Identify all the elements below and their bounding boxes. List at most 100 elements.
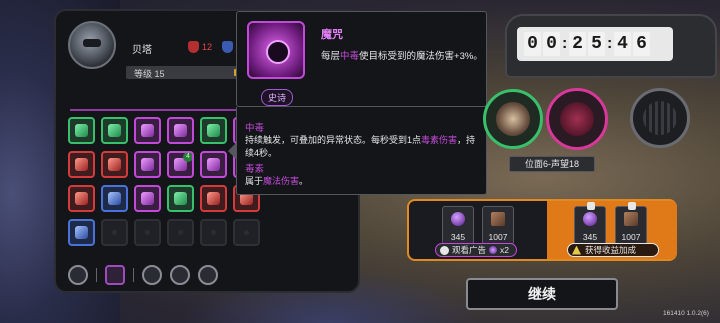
bag-icon [624, 212, 638, 226]
toxin-heading: 毒素 [245, 164, 265, 175]
continue-button[interactable]: 继续 [466, 278, 618, 310]
timer-colon: : [607, 35, 613, 52]
toxin-description: 属于魔法伤害。 [245, 176, 309, 186]
skill-slot[interactable] [101, 185, 128, 212]
run-timer: 0 0 : 2 5 : 4 6 [524, 32, 650, 56]
soul-orb-icon [583, 212, 597, 226]
tooltip-description: 每层中毒使目标受到的魔法伤害+3%。 [321, 51, 483, 62]
rarity-badge: 史诗 [261, 89, 294, 106]
bonus-bag-reward: 1007 [615, 202, 647, 245]
tooltip-pointer [228, 143, 236, 159]
relic-icon[interactable] [105, 265, 125, 285]
bonus-bag-count: 1007 [621, 232, 641, 242]
skill-slot[interactable] [134, 151, 161, 178]
skill-icon [108, 124, 121, 137]
empty-slot-dot-icon [145, 230, 150, 235]
skill-slot[interactable] [68, 117, 95, 144]
bag-reward: 1007 [482, 206, 514, 245]
potion-icon[interactable] [68, 265, 88, 285]
empty-slot [101, 219, 128, 246]
timer-digit: 2 [569, 32, 586, 56]
skill-icon [141, 158, 154, 171]
blue-mask-icon [222, 41, 233, 53]
skill-slot[interactable]: 4 [167, 151, 194, 178]
skill-slot[interactable] [167, 117, 194, 144]
skill-slot[interactable] [101, 151, 128, 178]
empty-slot [167, 219, 194, 246]
skill-slot[interactable] [101, 117, 128, 144]
ad-label: 观看广告 [452, 245, 487, 255]
skill-slot[interactable] [200, 185, 227, 212]
tooltip-title: 魔咒 [321, 29, 343, 41]
skill-icon [207, 124, 220, 137]
skill-slot[interactable] [68, 219, 95, 246]
empty-slot-dot-icon [211, 230, 216, 235]
skill-slot[interactable] [68, 185, 95, 212]
soul-orb-icon [489, 246, 498, 254]
bonus-label: 获得收益加成 [585, 245, 637, 255]
ad-multiplier: x2 [500, 245, 509, 255]
empty-slot [233, 219, 260, 246]
avatar[interactable] [68, 21, 116, 69]
skill-icon [174, 192, 187, 205]
current-node[interactable] [483, 89, 543, 149]
watch-ad-button[interactable]: 观看广告 x2 [435, 243, 517, 257]
at-rune-icon[interactable] [170, 265, 190, 285]
skill-slot[interactable] [200, 151, 227, 178]
lock-icon [628, 202, 636, 210]
skill-icon [75, 124, 88, 137]
claim-bonus-button[interactable]: 获得收益加成 [567, 243, 659, 257]
empty-slot [200, 219, 227, 246]
timer-digit: 0 [543, 32, 560, 56]
orb-count: 345 [450, 232, 466, 242]
skill-icon [108, 192, 121, 205]
character-name: 贝塔 [132, 45, 152, 56]
stack-badge: 4 [183, 153, 192, 162]
gate-icon [643, 101, 677, 135]
bag-icon [491, 212, 505, 226]
skill-icon [75, 226, 88, 239]
timer-digit: 6 [633, 32, 650, 56]
red-mask-value: 12 [202, 42, 213, 52]
skill-icon [207, 158, 220, 171]
timer-digit: 4 [614, 32, 631, 56]
timer-digit: 5 [588, 32, 605, 56]
empty-slot-dot-icon [178, 230, 183, 235]
keyword-tooltip: 中毒 持续触发，可叠加的异常状态。每秒受到1点毒素伤害，持续4秒。 毒素 属于魔… [236, 107, 487, 195]
skill-slot[interactable] [200, 117, 227, 144]
skill-icon [141, 192, 154, 205]
empty-slot-dot-icon [112, 230, 117, 235]
red-mask-stat: 12 [188, 41, 212, 53]
level-label: 等级 15 [134, 69, 165, 79]
boost-arrow-icon [572, 245, 581, 255]
skill-icon [174, 124, 187, 137]
grid-divider [70, 109, 256, 111]
skill-icon [75, 192, 88, 205]
skill-slot[interactable] [167, 185, 194, 212]
skill-icon [75, 158, 88, 171]
poison-heading: 中毒 [245, 123, 265, 134]
skill-tooltip: 史诗 魔咒 每层中毒使目标受到的魔法伤害+3%。 [236, 11, 487, 107]
play-icon [440, 245, 449, 255]
red-mask-icon [188, 41, 199, 53]
skill-slot[interactable] [134, 117, 161, 144]
skill-slot[interactable] [134, 185, 161, 212]
position-label: 位面6-声望18 [509, 156, 595, 172]
item-separator [133, 268, 134, 282]
bonus-orb-reward: 345 [574, 202, 606, 245]
skill-icon [207, 192, 220, 205]
item-separator [96, 268, 97, 282]
timer-colon: : [562, 35, 568, 52]
lock-icon [587, 202, 595, 210]
timer-digit: 0 [524, 32, 541, 56]
spiral-rune-icon[interactable] [142, 265, 162, 285]
empty-slot-dot-icon [244, 230, 249, 235]
locked-node[interactable] [630, 88, 690, 148]
curse-skill-icon [247, 21, 305, 79]
skill-slot[interactable] [68, 151, 95, 178]
flask-icon[interactable] [198, 265, 218, 285]
skill-icon [108, 158, 121, 171]
next-node[interactable] [546, 88, 608, 150]
bag-count: 1007 [488, 232, 508, 242]
version-label: 161410 1.0.2(6) [663, 310, 709, 317]
